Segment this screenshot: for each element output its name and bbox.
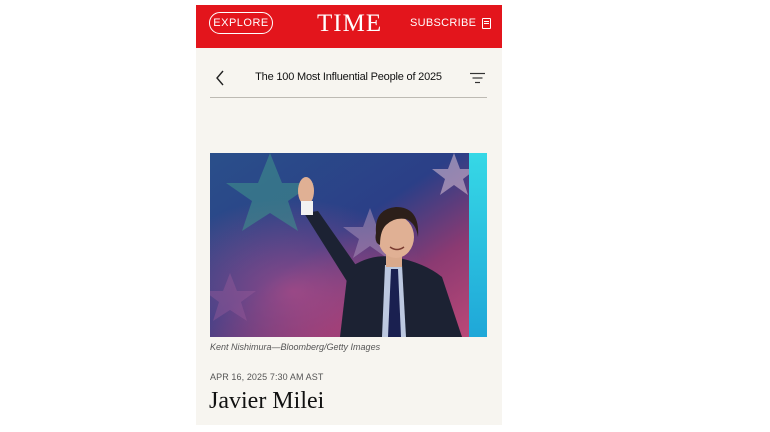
subscribe-label: SUBSCRIBE — [410, 17, 477, 29]
filter-icon[interactable] — [470, 72, 485, 84]
subscribe-link[interactable]: SUBSCRIBE — [410, 17, 492, 29]
photo-credit: Kent Nishimura—Bloomberg/Getty Images — [210, 342, 381, 352]
mobile-page: EXPLORE TIME SUBSCRIBE The 100 Most Infl… — [196, 5, 502, 425]
portrait-image — [210, 153, 487, 337]
explore-button[interactable]: EXPLORE — [209, 12, 273, 34]
time-logo[interactable]: TIME — [317, 9, 382, 39]
section-nav: The 100 Most Influential People of 2025 — [210, 57, 487, 98]
hero-photo — [210, 153, 487, 337]
magazine-icon — [482, 17, 492, 29]
top-header-bar: EXPLORE TIME SUBSCRIBE — [196, 5, 502, 48]
publish-date: APR 16, 2025 7:30 AM AST — [210, 372, 324, 382]
section-title: The 100 Most Influential People of 2025 — [255, 71, 442, 83]
article-headline: Javier Milei — [209, 388, 325, 414]
